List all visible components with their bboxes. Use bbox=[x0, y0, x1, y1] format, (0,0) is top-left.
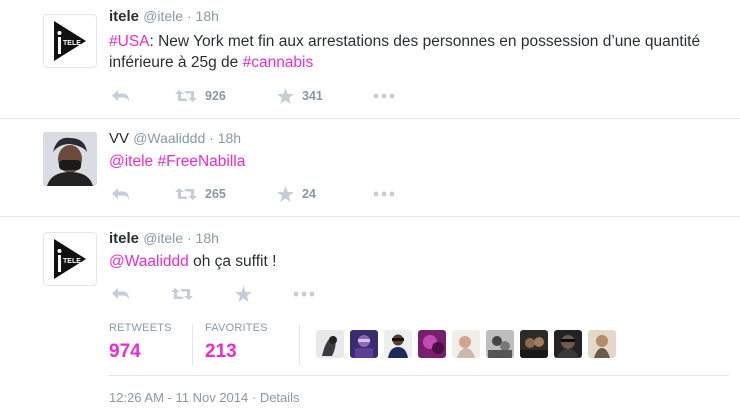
author-handle[interactable]: @Waaliddd bbox=[133, 130, 205, 146]
more-icon bbox=[373, 191, 395, 197]
faved-by-avatar[interactable] bbox=[350, 330, 378, 358]
retweets-stat[interactable]: RETWEETS 974 bbox=[109, 322, 172, 363]
retweets-value: 974 bbox=[109, 341, 141, 362]
tweet-divider bbox=[0, 216, 740, 217]
stat-divider bbox=[299, 324, 300, 366]
author-handle[interactable]: @itele bbox=[143, 8, 183, 24]
tweet-header: itele @itele · 18h bbox=[109, 8, 219, 25]
faved-by-avatar[interactable] bbox=[384, 330, 412, 358]
tweet-text: @itele #FreeNabilla bbox=[109, 151, 719, 172]
tweet-header: VV @Waaliddd · 18h bbox=[109, 130, 241, 147]
author-name[interactable]: itele bbox=[109, 230, 139, 247]
reply-icon bbox=[111, 187, 131, 201]
tweet-entity-link[interactable]: #USA bbox=[109, 33, 150, 50]
retweet-button[interactable]: 926 bbox=[175, 86, 226, 106]
faved-by-avatar[interactable] bbox=[486, 330, 514, 358]
tweet-entity-link[interactable]: #cannabis bbox=[243, 54, 314, 71]
tweet-time[interactable]: 18h bbox=[196, 8, 219, 24]
tweet-entity-link[interactable]: #FreeNabilla bbox=[157, 153, 245, 170]
retweet-count: 926 bbox=[205, 89, 226, 103]
tweet-text-segment: oh ça suffit ! bbox=[188, 253, 277, 270]
reply-button[interactable] bbox=[111, 284, 131, 304]
reply-icon bbox=[111, 287, 131, 301]
retweet-button[interactable]: 265 bbox=[175, 184, 226, 204]
meta-separator: · bbox=[183, 8, 196, 24]
favorites-value: 213 bbox=[205, 341, 237, 362]
favorite-button[interactable]: 341 bbox=[277, 86, 323, 106]
faved-by-avatar[interactable] bbox=[554, 330, 582, 358]
faved-by-avatar[interactable] bbox=[588, 330, 616, 358]
details-link[interactable]: Details bbox=[260, 390, 300, 405]
itele-avatar[interactable]: TELE bbox=[43, 232, 97, 286]
reply-button[interactable] bbox=[111, 184, 131, 204]
retweet-button[interactable] bbox=[171, 284, 193, 304]
favorite-button[interactable]: 24 bbox=[277, 184, 316, 204]
favorite-count: 24 bbox=[302, 187, 316, 201]
tweet-header: itele @itele · 18h bbox=[109, 230, 219, 247]
timestamp-text[interactable]: 12:26 AM - 11 Nov 2014 bbox=[109, 390, 248, 405]
reply-button[interactable] bbox=[111, 86, 131, 106]
more-icon bbox=[293, 291, 315, 297]
retweets-label: RETWEETS bbox=[109, 322, 172, 334]
tweet-timestamp: 12:26 AM - 11 Nov 2014 · Details bbox=[109, 390, 300, 405]
tweet-time[interactable]: 18h bbox=[218, 130, 241, 146]
favorite-star-icon bbox=[277, 186, 294, 202]
favorites-stat[interactable]: FAVORITES 213 bbox=[205, 322, 268, 363]
more-button[interactable] bbox=[293, 284, 315, 304]
favorites-label: FAVORITES bbox=[205, 322, 268, 334]
svg-text:TELE: TELE bbox=[63, 40, 81, 47]
tweet-text: @Waaliddd oh ça suffit ! bbox=[109, 251, 719, 272]
itele-avatar[interactable]: TELE bbox=[43, 14, 97, 68]
detail-divider bbox=[109, 375, 729, 376]
faved-by-avatar[interactable] bbox=[520, 330, 548, 358]
favorite-count: 341 bbox=[302, 89, 323, 103]
stat-divider bbox=[192, 324, 193, 366]
author-handle[interactable]: @itele bbox=[143, 230, 183, 246]
tweet-text-segment: : New York met fin aux arrestations des … bbox=[109, 33, 701, 71]
favorite-star-icon bbox=[235, 286, 252, 302]
user-avatar[interactable] bbox=[43, 132, 97, 186]
favorite-star-icon bbox=[277, 88, 294, 104]
retweet-icon bbox=[171, 287, 193, 301]
more-button[interactable] bbox=[373, 184, 395, 204]
author-name[interactable]: VV bbox=[109, 130, 129, 147]
tweet-entity-link[interactable]: @itele bbox=[109, 153, 153, 170]
faved-by-avatar[interactable] bbox=[418, 330, 446, 358]
retweet-count: 265 bbox=[205, 187, 226, 201]
reply-icon bbox=[111, 89, 131, 103]
more-button[interactable] bbox=[373, 86, 395, 106]
tweet-divider bbox=[0, 118, 740, 119]
meta-separator: · bbox=[248, 390, 260, 405]
retweet-icon bbox=[175, 187, 197, 201]
meta-separator: · bbox=[205, 130, 218, 146]
tweet-text: #USA: New York met fin aux arrestations … bbox=[109, 31, 719, 73]
meta-separator: · bbox=[183, 230, 196, 246]
tweet-entity-link[interactable]: @Waaliddd bbox=[109, 253, 189, 270]
favorite-button[interactable] bbox=[235, 284, 252, 304]
more-icon bbox=[373, 93, 395, 99]
retweet-icon bbox=[175, 89, 197, 103]
tweet-time[interactable]: 18h bbox=[196, 230, 219, 246]
faved-by-avatar[interactable] bbox=[452, 330, 480, 358]
faved-by-avatar[interactable] bbox=[316, 330, 344, 358]
svg-text:TELE: TELE bbox=[63, 258, 81, 265]
author-name[interactable]: itele bbox=[109, 8, 139, 25]
